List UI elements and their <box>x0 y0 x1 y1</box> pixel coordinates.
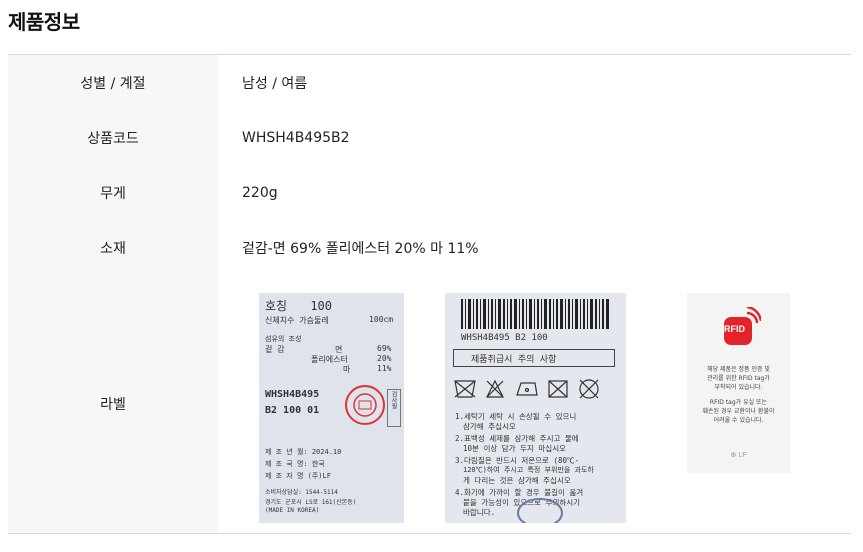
row-label: 소재 <box>8 220 218 275</box>
fiber3-name: 마 <box>343 365 351 374</box>
care-product-code: WHSH4B495 B2 100 <box>461 333 548 343</box>
care-label-image: WHSH4B495 B2 100 제품취급시 주의 사항 1.세탁기 세탁 시 … <box>445 293 626 523</box>
size-value: 100 <box>310 299 333 313</box>
row-label: 무게 <box>8 165 218 220</box>
certification-stamp-icon <box>345 385 385 425</box>
product-code-line1: WHSH4B495 <box>265 389 320 400</box>
row-value: 남성 / 여름 <box>242 75 308 92</box>
made-date: 제 조 년 월: 2024.10 <box>265 448 342 456</box>
info-row-gender-season: 성별 / 계절 남성 / 여름 <box>8 55 851 110</box>
rfid-logo-text: RFID <box>724 324 745 334</box>
care-instruction-4c: 바랍니다. <box>463 508 496 517</box>
size-title: 호칭 <box>265 299 288 313</box>
stamp-mark-icon <box>517 498 563 523</box>
row-label: 상품코드 <box>8 110 218 165</box>
body-size: 신체치수 가슴둘레 <box>265 316 329 325</box>
size-fiber-label-image: 호칭 100 신체치수 가슴둘레 100cm 섬유의 조성 겉 감 면 69% … <box>259 293 404 523</box>
rfid-text-2: 관리를 위한 RFID tag가 <box>707 375 770 382</box>
care-instruction-3b: 120℃)하여 주시고 특정 부위만을 과도하 <box>463 466 594 474</box>
lf-logo-icon: ⊕ <box>730 452 737 459</box>
fiber-title: 섬유의 조성 <box>265 335 302 343</box>
fiber2-pct: 20% <box>377 354 392 363</box>
rfid-notice-image: RFID 해당 제품은 정품 인증 및 관리를 위한 RFID tag가 부착되… <box>687 293 790 473</box>
rfid-text-5: 훼손된 경우 교환이나 환불이 <box>702 408 775 415</box>
made-in: (MADE IN KOREA) <box>265 507 320 514</box>
fiber1-pct: 69% <box>377 344 392 353</box>
row-value: WHSH4B495B2 <box>242 129 350 146</box>
info-row-weight: 무게 220g <box>8 165 851 220</box>
care-instruction-2b: 10분 이상 담가 두지 마십시오 <box>463 444 566 453</box>
lf-brand-text: LF <box>738 452 747 459</box>
row-label: 성별 / 계절 <box>8 55 218 110</box>
rfid-text-3: 부착되어 있습니다. <box>714 384 763 391</box>
inspection-mark: 검사필 <box>390 391 397 409</box>
outer-label: 겉 감 <box>265 345 285 354</box>
rfid-text-6: 어려울 수 있습니다. <box>713 417 764 424</box>
care-instruction-3c: 게 다리는 것은 삼가해 주십시오 <box>463 476 571 485</box>
info-row-product-code: 상품코드 WHSH4B495B2 <box>8 110 851 165</box>
section-title: 제품정보 <box>8 10 80 34</box>
barcode-icon <box>461 299 609 329</box>
rfid-text-1: 해당 제품은 정품 인증 및 <box>707 366 770 373</box>
row-value: 220g <box>242 184 278 201</box>
info-row-material: 소재 겉감-면 69% 폴리에스터 20% 마 11% <box>8 220 851 275</box>
row-value: 겉감-면 69% 폴리에스터 20% 마 11% <box>242 240 479 257</box>
care-symbols-icon <box>454 379 599 399</box>
rfid-text-4: RFID tag가 유실 또는 <box>709 399 768 406</box>
fiber3-pct: 11% <box>377 364 392 373</box>
product-code-line2: B2 100 01 <box>265 405 320 416</box>
made-country: 제 조 국 명: 한국 <box>265 460 325 468</box>
care-title: 제품취급시 주의 사항 <box>471 355 557 365</box>
care-instruction-1b: 삼가해 주십시오 <box>463 422 516 431</box>
address: 경기도 군포시 LS로 161(산본동) <box>265 499 357 506</box>
body-size-value: 100cm <box>369 315 394 324</box>
maker: 제 조 자 명 (주)LF <box>265 472 331 480</box>
consumer-center: 소비자상담실: 1544-5114 <box>265 489 338 496</box>
row-label: 라벨 <box>8 275 218 533</box>
